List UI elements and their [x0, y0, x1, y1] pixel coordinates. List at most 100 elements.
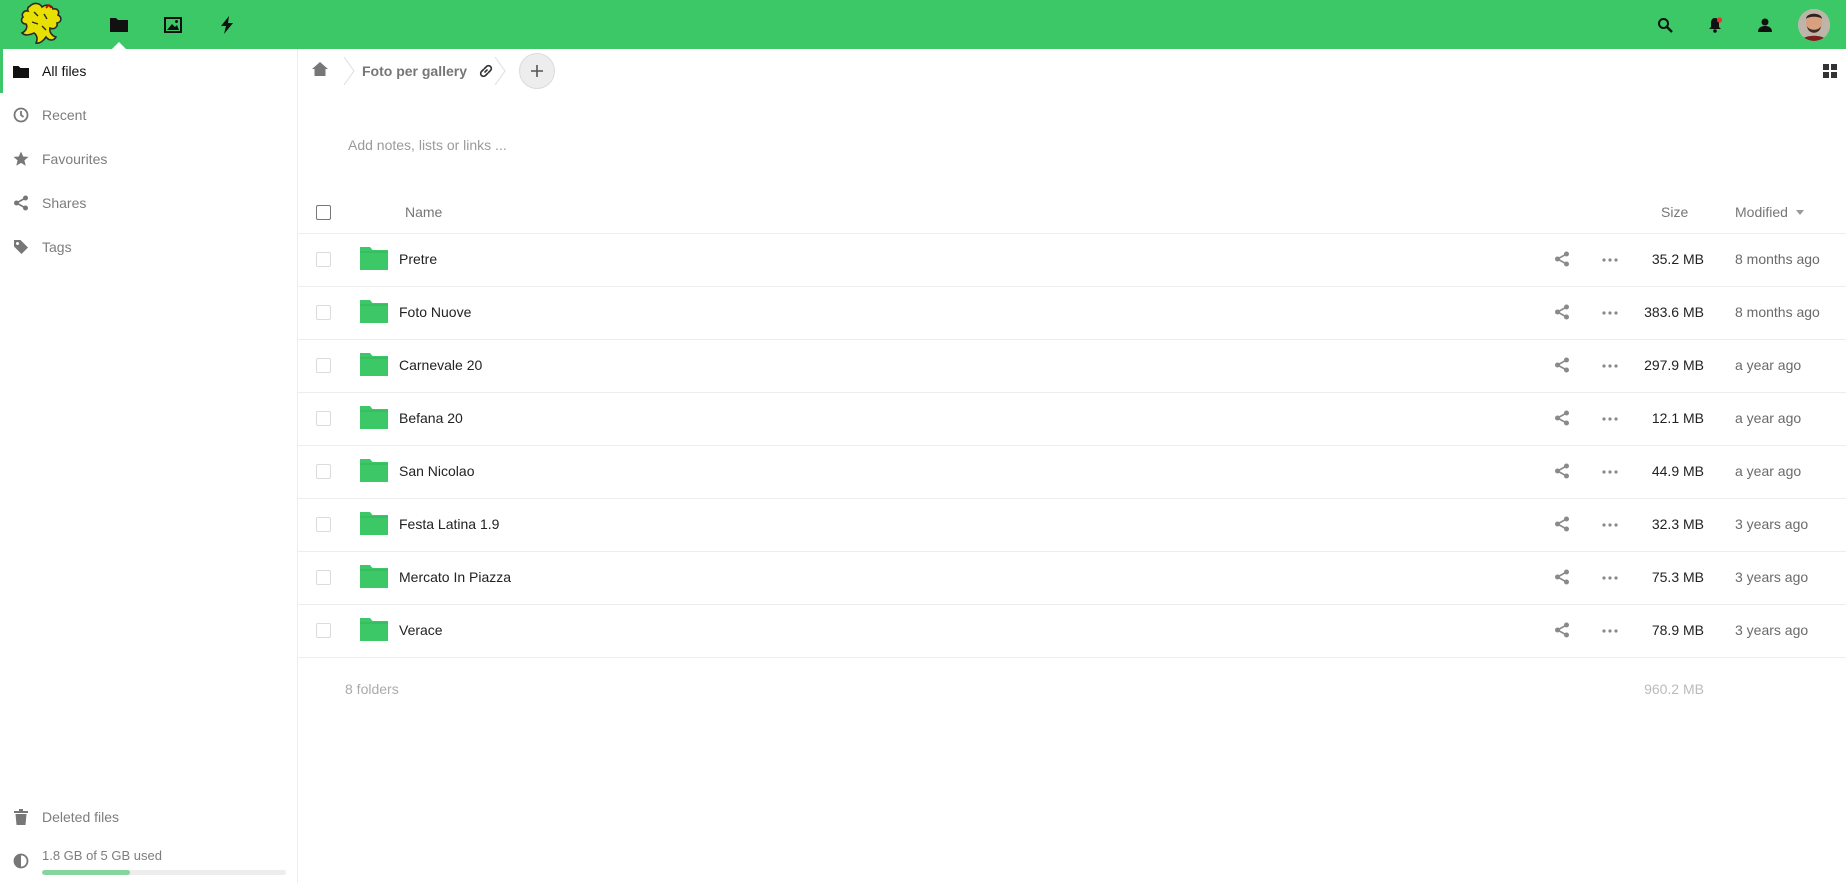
row-checkbox[interactable] [316, 411, 331, 426]
sidebar-item-shares[interactable]: Shares [0, 181, 297, 225]
column-header-name[interactable]: Name [405, 204, 442, 220]
table-row[interactable]: Pretre 35.2 MB 8 months ago [298, 234, 1846, 287]
folder-icon[interactable] [360, 511, 388, 535]
folder-icon[interactable] [360, 352, 388, 376]
link-icon[interactable] [479, 64, 493, 78]
table-row[interactable]: Mercato In Piazza 75.3 MB 3 years ago [298, 552, 1846, 605]
row-checkbox[interactable] [316, 517, 331, 532]
share-icon[interactable] [1554, 251, 1572, 269]
share-icon[interactable] [1554, 304, 1572, 322]
sidebar-item-label: Favourites [42, 151, 108, 167]
folder-icon[interactable] [360, 458, 388, 482]
folder-icon[interactable] [360, 246, 388, 270]
file-name[interactable]: Foto Nuove [399, 304, 471, 320]
more-actions-icon[interactable] [1602, 569, 1622, 587]
breadcrumb: Foto per gallery [298, 49, 556, 93]
file-size: 44.9 MB [1651, 463, 1704, 479]
share-icon[interactable] [1554, 516, 1572, 534]
file-name[interactable]: Mercato In Piazza [399, 569, 511, 585]
more-actions-icon[interactable] [1602, 622, 1622, 640]
file-modified: 3 years ago [1735, 569, 1809, 585]
row-checkbox[interactable] [316, 358, 331, 373]
bell-icon[interactable] [1690, 0, 1740, 49]
file-name[interactable]: Festa Latina 1.9 [399, 516, 499, 532]
sidebar-item-favourites[interactable]: Favourites [0, 137, 297, 181]
folder-icon[interactable] [360, 564, 388, 588]
file-size: 297.9 MB [1644, 357, 1704, 373]
avatar[interactable] [1798, 8, 1830, 41]
sort-descending-icon [1795, 209, 1804, 215]
sidebar-item-label: All files [42, 63, 87, 79]
sidebar-item-label: Recent [42, 107, 87, 123]
photos-app-image-icon[interactable] [146, 0, 200, 49]
file-name[interactable]: Befana 20 [399, 410, 463, 426]
select-all-checkbox[interactable] [316, 205, 331, 220]
home-icon [312, 62, 328, 80]
share-icon[interactable] [1554, 357, 1572, 375]
logo-lion-icon[interactable] [16, 0, 68, 47]
column-header-modified[interactable]: Modified [1735, 204, 1804, 220]
more-actions-icon[interactable] [1602, 304, 1622, 322]
table-row[interactable]: Festa Latina 1.9 32.3 MB 3 years ago [298, 499, 1846, 552]
file-list-header: Name Size Modified [298, 190, 1846, 234]
row-checkbox[interactable] [316, 623, 331, 638]
table-row[interactable]: Befana 20 12.1 MB a year ago [298, 393, 1846, 446]
file-modified: 8 months ago [1735, 304, 1820, 320]
summary-total-size: 960.2 MB [1644, 681, 1704, 697]
row-checkbox[interactable] [316, 464, 331, 479]
breadcrumb-home[interactable] [298, 49, 342, 93]
share-icon[interactable] [1554, 569, 1572, 587]
share-icon[interactable] [1554, 410, 1572, 428]
sidebar-item-recent[interactable]: Recent [0, 93, 297, 137]
table-row[interactable]: Carnevale 20 297.9 MB a year ago [298, 340, 1846, 393]
main-content: Foto per gallery Add notes, lists or lin… [298, 49, 1846, 883]
file-modified: a year ago [1735, 410, 1802, 426]
share-icon[interactable] [1554, 463, 1572, 481]
tag-icon [12, 238, 30, 256]
more-actions-icon[interactable] [1602, 251, 1622, 269]
app-navigation [92, 0, 254, 49]
more-actions-icon[interactable] [1602, 410, 1622, 428]
table-row[interactable]: Verace 78.9 MB 3 years ago [298, 605, 1846, 658]
breadcrumb-current-folder[interactable]: Foto per gallery [356, 49, 493, 93]
more-actions-icon[interactable] [1602, 463, 1622, 481]
file-name[interactable]: San Nicolao [399, 463, 475, 479]
files-app-folder-icon[interactable] [92, 0, 146, 49]
new-file-button[interactable] [519, 53, 556, 89]
trash-icon [12, 808, 30, 826]
folder-icon[interactable] [360, 299, 388, 323]
file-name[interactable]: Carnevale 20 [399, 357, 482, 373]
sidebar-item-tags[interactable]: Tags [0, 225, 297, 269]
file-modified: 3 years ago [1735, 622, 1809, 638]
sidebar-item-all-files[interactable]: All files [0, 49, 297, 93]
clock-icon [12, 106, 30, 124]
file-modified: 3 years ago [1735, 516, 1809, 532]
file-modified: a year ago [1735, 357, 1802, 373]
rich-workspace-notes-input[interactable]: Add notes, lists or links ... [348, 137, 507, 153]
file-list: Pretre 35.2 MB 8 months ago Foto Nuove 3… [298, 234, 1846, 658]
more-actions-icon[interactable] [1602, 357, 1622, 375]
column-header-size[interactable]: Size [1661, 204, 1688, 220]
sidebar-item-deleted-files[interactable]: Deleted files [0, 795, 297, 839]
folder-icon[interactable] [360, 405, 388, 429]
quota-label: 1.8 GB of 5 GB used [42, 847, 162, 863]
folder-icon[interactable] [360, 617, 388, 641]
table-row[interactable]: Foto Nuove 383.6 MB 8 months ago [298, 287, 1846, 340]
contacts-icon[interactable] [1740, 0, 1790, 49]
sidebar-item-label: Shares [42, 195, 87, 211]
share-icon [12, 194, 30, 212]
share-icon[interactable] [1554, 622, 1572, 640]
quota-progress-fill [42, 870, 130, 875]
search-icon[interactable] [1640, 0, 1690, 49]
file-name[interactable]: Verace [399, 622, 443, 638]
row-checkbox[interactable] [316, 570, 331, 585]
row-checkbox[interactable] [316, 252, 331, 267]
activity-app-lightning-icon[interactable] [200, 0, 254, 49]
file-name[interactable]: Pretre [399, 251, 437, 267]
more-actions-icon[interactable] [1602, 516, 1622, 534]
sidebar-item-quota[interactable]: 1.8 GB of 5 GB used [0, 839, 297, 883]
table-row[interactable]: San Nicolao 44.9 MB a year ago [298, 446, 1846, 499]
row-checkbox[interactable] [316, 305, 331, 320]
grid-view-toggle-icon[interactable] [1820, 61, 1840, 81]
breadcrumb-separator [494, 56, 506, 86]
